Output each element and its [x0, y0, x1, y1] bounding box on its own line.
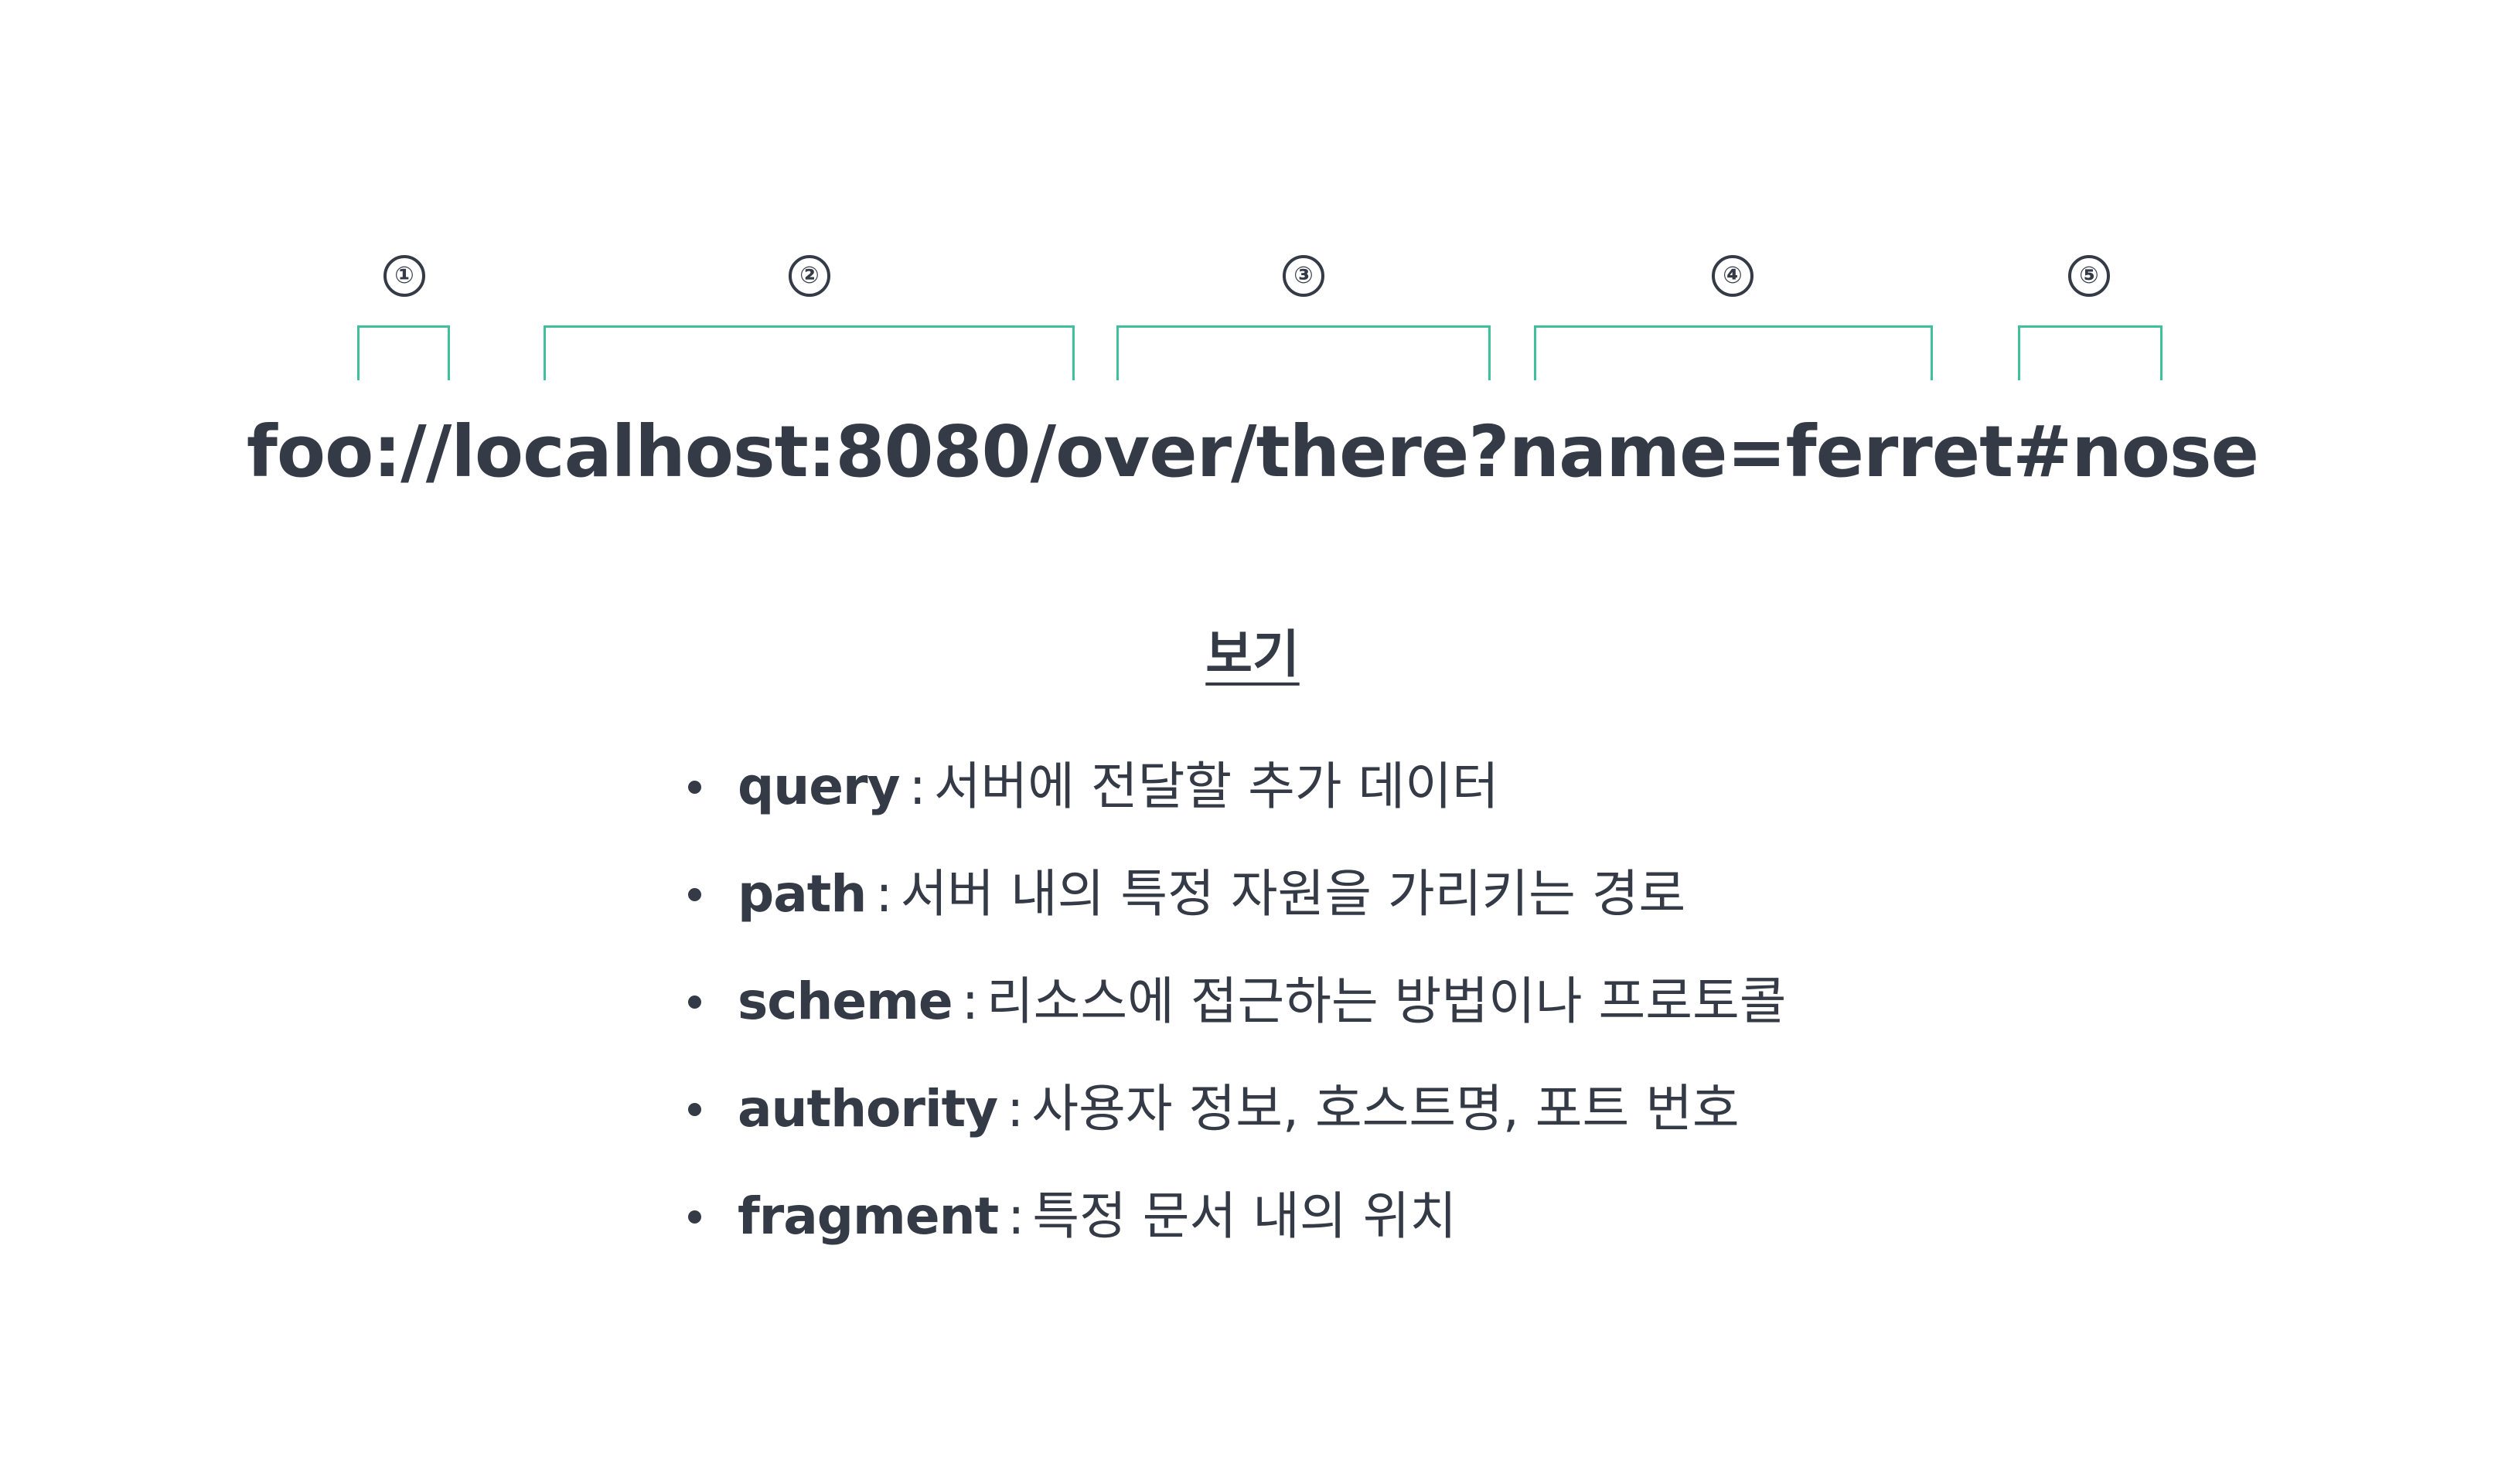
marker-4: ④: [1712, 255, 1754, 297]
legend-separator: :: [875, 864, 893, 924]
marker-1: ①: [383, 255, 425, 297]
uri-diagram: ① ② ③ ④ ⑤ foo://localhost:8080/over/ther…: [0, 0, 2505, 1484]
bracket-5: [2018, 325, 2162, 380]
legend-item: authority: 사용자 정보, 호스트명, 포트 번호: [680, 1070, 1786, 1178]
legend-description: 리소스에 접근하는 방법이나 프로토콜: [986, 972, 1787, 1031]
legend-list: query: 서버에 전달할 추가 데이터 path: 서버 내의 특정 자원을 가…: [680, 748, 1786, 1285]
legend-description: 서버 내의 특정 자원을 가리키는 경로: [900, 864, 1686, 924]
bullet-icon: [688, 888, 701, 901]
legend-term: path: [738, 864, 867, 924]
legend-separator: :: [1007, 1186, 1025, 1246]
bullet-icon: [688, 996, 701, 1009]
legend-term: authority: [738, 1079, 998, 1139]
legend-title: 보기: [0, 620, 2505, 689]
legend-item: path: 서버 내의 특정 자원을 가리키는 경로: [680, 856, 1786, 963]
legend-item: fragment: 특정 문서 내의 위치: [680, 1178, 1786, 1285]
legend-separator: :: [908, 757, 926, 816]
marker-5: ⑤: [2068, 255, 2110, 297]
legend-description: 서버에 전달할 추가 데이터: [933, 757, 1499, 816]
legend-separator: :: [961, 972, 979, 1031]
bracket-3: [1116, 325, 1491, 380]
legend-term: query: [738, 757, 901, 816]
marker-3: ③: [1283, 255, 1324, 297]
marker-2: ②: [789, 255, 830, 297]
legend-description: 특정 문서 내의 위치: [1032, 1186, 1457, 1246]
legend-item: scheme: 리소스에 접근하는 방법이나 프로토콜: [680, 963, 1786, 1070]
bullet-icon: [688, 1210, 701, 1224]
bullet-icon: [688, 781, 701, 794]
legend-title-text: 보기: [1205, 625, 1300, 684]
legend-item: query: 서버에 전달할 추가 데이터: [680, 748, 1786, 856]
bracket-4: [1534, 325, 1933, 380]
legend-term: scheme: [738, 972, 953, 1031]
legend-term: fragment: [738, 1186, 999, 1246]
example-uri: foo://localhost:8080/over/there?name=fer…: [246, 410, 2259, 493]
bracket-2: [544, 325, 1075, 380]
bracket-1: [357, 325, 450, 380]
legend-description: 사용자 정보, 호스트명, 포트 번호: [1031, 1079, 1740, 1139]
legend-separator: :: [1007, 1079, 1024, 1139]
bullet-icon: [688, 1103, 701, 1116]
